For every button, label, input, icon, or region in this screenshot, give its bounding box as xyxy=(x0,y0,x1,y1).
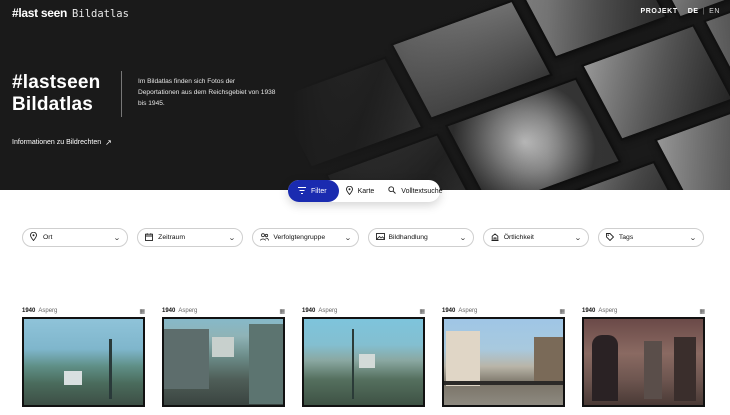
dropdown-ort[interactable]: Ort ⌄ xyxy=(22,228,129,247)
dropdown-label: Bildhandlung xyxy=(388,234,428,241)
hero-divider xyxy=(121,71,122,117)
card-place: Asperg xyxy=(38,308,58,314)
top-nav: PROJEKT DE | EN xyxy=(640,8,720,15)
dropdown-zeitraum[interactable]: Zeitraum ⌄ xyxy=(137,228,244,247)
map-label: Karte xyxy=(357,187,375,195)
arrow-up-right-icon: ↗ xyxy=(105,138,112,147)
card-year: 1940 xyxy=(302,308,316,314)
language-switch: DE | EN xyxy=(688,8,720,15)
photo-grid: 1940 Asperg ▦ 1940 Asperg ▦ 1940 Asperg … xyxy=(22,306,705,407)
building-icon xyxy=(491,232,501,243)
location-pin-icon xyxy=(30,231,40,243)
card-meta: 1940 Asperg ▦ xyxy=(442,306,565,316)
card-photo[interactable] xyxy=(442,317,565,407)
photo-card[interactable]: 1940 Asperg ▦ xyxy=(442,306,565,407)
photo-card[interactable]: 1940 Asperg ▦ xyxy=(302,306,425,407)
dropdown-label: Ort xyxy=(43,234,53,241)
brand-name: #last seen xyxy=(12,6,68,20)
lang-de[interactable]: DE xyxy=(688,8,699,15)
chevron-down-icon: ⌄ xyxy=(458,234,467,242)
image-rights-label: Informationen zu Bildrechten xyxy=(12,139,102,146)
dropdown-verfolgtengruppe[interactable]: Verfolgtengruppe ⌄ xyxy=(252,228,359,247)
card-place: Asperg xyxy=(598,308,618,314)
card-place: Asperg xyxy=(458,308,478,314)
dropdown-oertlichkeit[interactable]: Örtlichkeit ⌄ xyxy=(482,228,589,247)
card-photo[interactable] xyxy=(162,317,285,407)
card-photo[interactable] xyxy=(22,317,145,407)
hero-overlay xyxy=(0,0,730,190)
card-photo[interactable] xyxy=(582,317,705,407)
chevron-down-icon: ⌄ xyxy=(113,234,122,242)
view-switcher: Filter Karte Volltextsuche xyxy=(288,180,443,202)
photo-card[interactable]: 1940 Asperg ▦ xyxy=(162,306,285,407)
people-icon xyxy=(260,232,270,243)
chevron-down-icon: ⌄ xyxy=(689,234,697,242)
photo-card[interactable]: 1940 Asperg ▦ xyxy=(582,306,705,407)
card-meta: 1940 Asperg ▦ xyxy=(22,306,145,316)
card-year: 1940 xyxy=(582,308,596,314)
image-stack-icon: ▦ xyxy=(279,308,285,315)
image-stack-icon: ▦ xyxy=(699,308,705,315)
filter-button[interactable]: Filter xyxy=(288,180,339,202)
fulltext-search-label: Volltextsuche xyxy=(401,187,443,195)
image-stack-icon: ▦ xyxy=(139,308,145,315)
location-pin-icon xyxy=(345,185,353,197)
image-rights-link[interactable]: Informationen zu Bildrechten ↗ xyxy=(12,138,112,147)
image-stack-icon: ▦ xyxy=(419,308,425,315)
photo-card[interactable]: 1940 Asperg ▦ xyxy=(22,306,145,407)
chevron-down-icon: ⌄ xyxy=(574,234,582,242)
chevron-down-icon: ⌄ xyxy=(228,234,237,242)
filter-label: Filter xyxy=(311,187,327,195)
dropdown-label: Zeitraum xyxy=(158,234,185,241)
card-year: 1940 xyxy=(442,308,456,314)
image-icon xyxy=(375,233,386,242)
card-year: 1940 xyxy=(22,308,36,314)
filter-icon xyxy=(298,186,306,196)
image-stack-icon: ▦ xyxy=(559,308,565,315)
card-meta: 1940 Asperg ▦ xyxy=(582,306,705,316)
fulltext-search-button[interactable]: Volltextsuche xyxy=(381,180,449,202)
search-icon xyxy=(388,186,397,196)
dropdown-label: Örtlichkeit xyxy=(503,234,534,241)
title-line-2: Bildatlas xyxy=(12,94,93,115)
title-line-1: #lastseen xyxy=(12,72,101,93)
lang-en[interactable]: EN xyxy=(709,8,720,15)
hero-banner: #last seen Bildatlas PROJEKT DE | EN #la… xyxy=(0,0,730,190)
card-year: 1940 xyxy=(162,308,176,314)
card-photo[interactable] xyxy=(302,317,425,407)
card-place: Asperg xyxy=(178,308,198,314)
calendar-icon xyxy=(145,232,155,243)
card-meta: 1940 Asperg ▦ xyxy=(162,306,285,316)
card-place: Asperg xyxy=(318,308,338,314)
brand-subtitle: Bildatlas xyxy=(72,8,129,20)
tag-icon xyxy=(605,232,616,243)
site-logo[interactable]: #last seen Bildatlas xyxy=(12,6,129,20)
dropdown-tags[interactable]: Tags ⌄ xyxy=(597,228,705,247)
lang-separator: | xyxy=(702,8,706,15)
chevron-down-icon: ⌄ xyxy=(343,234,352,242)
filter-dropdowns: Ort ⌄ Zeitraum ⌄ Verfolgtengruppe ⌄ Bild… xyxy=(22,228,705,247)
page-title: #lastseen Bildatlas xyxy=(12,72,100,116)
dropdown-label: Tags xyxy=(618,234,634,241)
card-meta: 1940 Asperg ▦ xyxy=(302,306,425,316)
nav-link-project[interactable]: PROJEKT xyxy=(640,8,677,15)
dropdown-bildhandlung[interactable]: Bildhandlung ⌄ xyxy=(367,228,474,247)
map-button[interactable]: Karte xyxy=(339,180,382,202)
dropdown-label: Verfolgtengruppe xyxy=(273,234,326,241)
hero-description: Im Bildatlas finden sich Fotos der Depor… xyxy=(138,78,276,107)
